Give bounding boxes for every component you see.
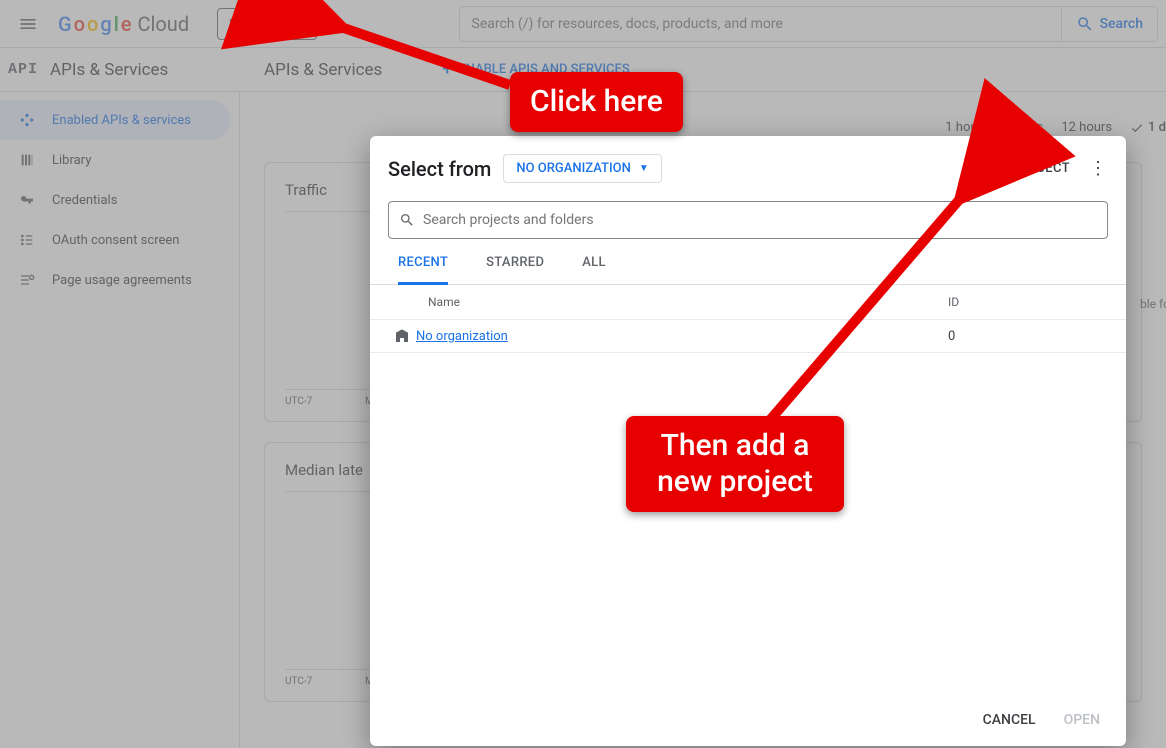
organization-dropdown[interactable]: NO ORGANIZATION ▼	[503, 154, 661, 183]
modal-overlay[interactable]: Select from NO ORGANIZATION ▼ NEW PROJEC…	[0, 0, 1166, 748]
organization-label: NO ORGANIZATION	[516, 161, 630, 176]
project-row-id: 0	[948, 329, 1108, 344]
annotation-text: Click here	[530, 84, 663, 119]
project-search	[388, 201, 1108, 239]
chevron-down-icon: ▼	[639, 163, 649, 174]
annotation-text-line2: new project	[657, 464, 813, 499]
project-row[interactable]: No organization 0	[370, 320, 1126, 353]
open-button[interactable]: OPEN	[1064, 712, 1100, 728]
project-row-name[interactable]: No organization	[416, 329, 508, 344]
new-project-button[interactable]: NEW PROJECT	[978, 161, 1070, 176]
search-icon	[399, 212, 415, 228]
more-options-icon[interactable]: ⋮	[1088, 158, 1108, 179]
dialog-footer: CANCEL OPEN	[370, 694, 1126, 746]
project-search-input[interactable]	[423, 212, 1097, 228]
col-id: ID	[948, 295, 1108, 309]
arrow-icon	[310, 10, 520, 90]
tab-all[interactable]: ALL	[582, 255, 606, 284]
dialog-title: Select from	[388, 157, 491, 181]
cancel-button[interactable]: CANCEL	[983, 712, 1036, 728]
col-name: Name	[428, 295, 948, 309]
annotation-new-project: Then add a new project	[626, 416, 844, 512]
annotation-text-line1: Then add a	[661, 428, 810, 463]
tab-starred[interactable]: STARRED	[486, 255, 544, 284]
org-icon	[388, 328, 416, 344]
tab-recent[interactable]: RECENT	[398, 255, 448, 285]
project-tabs: RECENT STARRED ALL	[370, 239, 1126, 285]
project-table-header: Name ID	[370, 285, 1126, 320]
annotation-click-here: Click here	[510, 72, 683, 132]
